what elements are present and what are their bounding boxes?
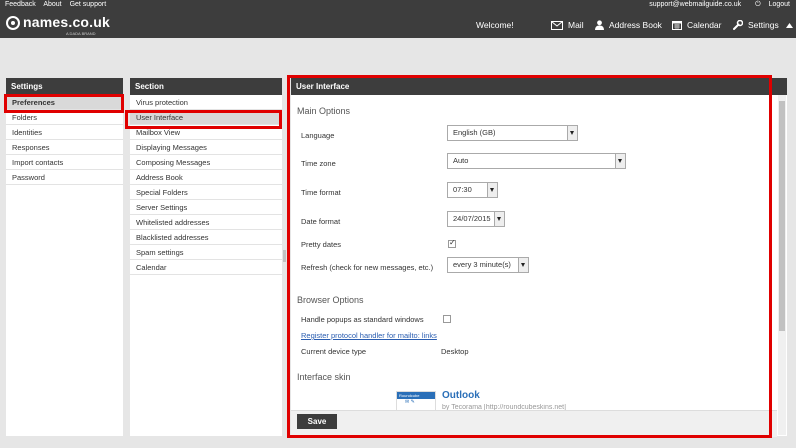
logout-button[interactable]: ⏻ Logout xyxy=(749,1,790,8)
nav-calendar-label: Calendar xyxy=(687,20,722,30)
section-item-spam-settings[interactable]: Spam settings xyxy=(130,245,282,260)
section-panel: Section Virus protection User Interface … xyxy=(130,78,282,436)
save-button[interactable]: Save xyxy=(297,414,337,429)
device-type-label: Current device type xyxy=(301,347,367,356)
timezone-select[interactable]: Auto xyxy=(447,153,626,169)
logo-tagline: A DADA BRAND xyxy=(66,31,96,36)
nav-mail-label: Mail xyxy=(568,20,584,30)
wrench-icon xyxy=(733,19,744,30)
device-type-value: Desktop xyxy=(441,347,469,356)
section-item-virus-protection[interactable]: Virus protection xyxy=(130,95,282,110)
panel-resize-handle[interactable] xyxy=(283,250,286,262)
dateformat-label: Date format xyxy=(301,217,341,226)
settings-item-password[interactable]: Password xyxy=(6,170,123,185)
timeformat-select[interactable]: 07:30 xyxy=(447,182,498,198)
settings-item-identities[interactable]: Identities xyxy=(6,125,123,140)
timezone-value: Auto xyxy=(453,156,469,165)
skin-thumbnail[interactable]: Roundcube ✉ ✎ xyxy=(396,391,436,411)
section-item-special-folders[interactable]: Special Folders xyxy=(130,185,282,200)
section-item-calendar[interactable]: Calendar xyxy=(130,260,282,275)
top-links: Feedback About Get support xyxy=(5,1,112,8)
section-item-user-interface[interactable]: User Interface xyxy=(130,110,282,125)
section-item-displaying-messages[interactable]: Displaying Messages xyxy=(130,140,282,155)
skin-name[interactable]: Outlook xyxy=(442,390,480,401)
chevron-down-icon xyxy=(567,126,577,140)
envelope-icon xyxy=(551,21,563,30)
about-link[interactable]: About xyxy=(43,1,61,8)
section-item-blacklisted-addresses[interactable]: Blacklisted addresses xyxy=(130,230,282,245)
logo-text: names.co.uk xyxy=(23,14,111,30)
person-icon xyxy=(595,20,604,30)
section-item-mailbox-view[interactable]: Mailbox View xyxy=(130,125,282,140)
timeformat-label: Time format xyxy=(301,188,341,197)
chevron-down-icon xyxy=(494,212,504,226)
welcome-text: Welcome! xyxy=(476,20,514,30)
dateformat-value: 24/07/2015 xyxy=(453,214,491,223)
prettydates-checkbox[interactable] xyxy=(448,238,456,248)
skin-thumbnail-label: Roundcube xyxy=(399,393,420,398)
section-item-composing-messages[interactable]: Composing Messages xyxy=(130,155,282,170)
browser-options-heading: Browser Options xyxy=(297,295,364,305)
form-footer xyxy=(291,410,777,437)
nav-address-book[interactable]: Address Book xyxy=(595,20,662,30)
skin-thumbnail-bar: Roundcube xyxy=(397,392,435,399)
settings-item-folders[interactable]: Folders xyxy=(6,110,123,125)
top-right-links: support@webmailguide.co.uk ⏻ Logout xyxy=(643,1,790,9)
settings-item-responses[interactable]: Responses xyxy=(6,140,123,155)
timezone-label: Time zone xyxy=(301,159,336,168)
section-item-address-book[interactable]: Address Book xyxy=(130,170,282,185)
main-scrollbar[interactable] xyxy=(778,95,786,435)
settings-item-import-contacts[interactable]: Import contacts xyxy=(6,155,123,170)
language-select[interactable]: English (GB) xyxy=(447,125,578,141)
main-panel-title: User Interface xyxy=(291,78,787,95)
user-email: support@webmailguide.co.uk xyxy=(649,1,742,8)
feedback-link[interactable]: Feedback xyxy=(5,1,36,8)
top-bar: Feedback About Get support support@webma… xyxy=(0,0,796,38)
nav-mail[interactable]: Mail xyxy=(551,20,584,30)
popups-checkbox[interactable] xyxy=(443,315,451,323)
popups-label: Handle popups as standard windows xyxy=(301,315,424,324)
timeformat-value: 07:30 xyxy=(453,185,472,194)
skin-thumbnail-icons: ✉ ✎ xyxy=(405,399,415,405)
settings-item-preferences[interactable]: Preferences xyxy=(6,95,123,110)
settings-panel-title: Settings xyxy=(6,78,123,95)
chevron-down-icon xyxy=(518,258,528,272)
prettydates-label: Pretty dates xyxy=(301,240,342,249)
chevron-down-icon xyxy=(487,183,497,197)
refresh-label: Refresh (check for new messages, etc.) xyxy=(301,263,434,272)
nav-settings[interactable]: Settings xyxy=(733,19,796,30)
dateformat-select[interactable]: 24/07/2015 xyxy=(447,211,505,227)
main-options-heading: Main Options xyxy=(297,106,351,116)
register-protocol-link[interactable]: Register protocol handler for mailto: li… xyxy=(301,331,437,340)
main-scrollbar-thumb[interactable] xyxy=(779,101,785,331)
logout-icon: ⏻ xyxy=(755,1,761,8)
refresh-value: every 3 minute(s) xyxy=(453,260,511,269)
settings-panel: Settings Preferences Folders Identities … xyxy=(6,78,123,436)
section-item-whitelisted-addresses[interactable]: Whitelisted addresses xyxy=(130,215,282,230)
language-value: English (GB) xyxy=(453,128,496,137)
chevron-down-icon xyxy=(615,154,625,168)
logo-circle-icon xyxy=(6,16,20,30)
nav-calendar[interactable]: Calendar xyxy=(672,20,722,30)
refresh-select[interactable]: every 3 minute(s) xyxy=(447,257,529,273)
language-label: Language xyxy=(301,131,335,140)
section-item-server-settings[interactable]: Server Settings xyxy=(130,200,282,215)
section-panel-title: Section xyxy=(130,78,282,95)
get-support-link[interactable]: Get support xyxy=(70,1,107,8)
interface-skin-heading: Interface skin xyxy=(297,372,351,382)
logout-label: Logout xyxy=(768,1,790,8)
nav-settings-label: Settings xyxy=(748,20,779,30)
calendar-icon xyxy=(672,21,682,30)
nav-address-book-label: Address Book xyxy=(609,20,662,30)
caret-up-icon xyxy=(786,23,794,28)
